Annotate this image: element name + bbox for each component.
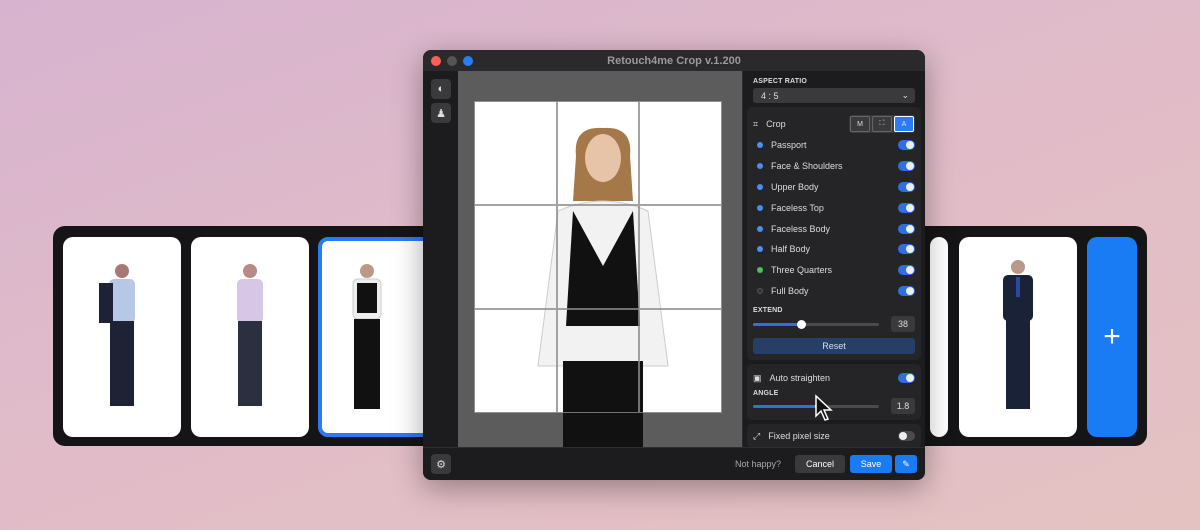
settings-panel: ASPECT RATIO 4 : 5 ⌄ ⌗ Crop M ⛶ A Passpor… xyxy=(742,71,925,449)
save-options-icon[interactable]: ✎ xyxy=(895,455,917,473)
preset-toggle[interactable] xyxy=(898,265,915,276)
preset-label: Half Body xyxy=(771,244,811,255)
angle-value[interactable]: 1.8 xyxy=(891,398,915,415)
crop-window: Retouch4me Crop v.1.200 ◐ ♟ ASPECT RATIO… xyxy=(423,50,925,480)
manual-mode-button[interactable]: M xyxy=(850,116,870,132)
contrast-icon[interactable]: ◐ xyxy=(431,79,451,99)
preset-color-dot xyxy=(757,246,763,253)
cancel-button[interactable]: Cancel xyxy=(795,455,845,473)
preset-row: Face & Shoulders xyxy=(753,156,915,177)
crop-mode-selector: M ⛶ A xyxy=(849,115,915,133)
preset-toggle[interactable] xyxy=(898,181,915,192)
close-button[interactable] xyxy=(431,56,441,66)
aspect-ratio-value: 4 : 5 xyxy=(761,90,779,101)
person-image xyxy=(237,264,263,406)
preset-toggle[interactable] xyxy=(898,285,915,296)
preset-label: Faceless Body xyxy=(771,223,831,234)
person-image xyxy=(99,264,135,406)
preset-toggle[interactable] xyxy=(898,161,915,172)
preset-label: Faceless Top xyxy=(771,202,824,213)
preset-color-dot xyxy=(757,225,763,232)
fixed-pixel-toggle[interactable] xyxy=(898,431,915,442)
preset-label: Three Quarters xyxy=(771,265,833,276)
extend-label: EXTEND xyxy=(753,307,783,315)
resize-icon: ⤢ xyxy=(753,430,761,441)
fixed-pixel-section: ⤢ Fixed pixel size xyxy=(747,424,921,449)
preview-canvas[interactable] xyxy=(458,71,742,447)
preset-color-dot xyxy=(757,163,763,170)
preset-row: Full Body xyxy=(753,281,915,302)
thumbnail-1[interactable] xyxy=(63,237,181,437)
crop-grid[interactable] xyxy=(474,101,722,413)
preset-color-dot xyxy=(757,204,763,211)
extend-slider[interactable] xyxy=(753,319,879,329)
crop-label: Crop xyxy=(766,119,786,129)
zoom-button[interactable] xyxy=(463,56,473,66)
add-photo-button[interactable]: + xyxy=(1087,237,1137,437)
save-button[interactable]: Save xyxy=(850,455,892,473)
reset-button[interactable]: Reset xyxy=(753,338,915,355)
preset-row: Passport xyxy=(753,135,915,156)
aspect-ratio-select[interactable]: 4 : 5 ⌄ xyxy=(753,88,915,103)
minimize-button[interactable] xyxy=(447,56,457,66)
thumbnail-4[interactable] xyxy=(930,237,948,437)
crop-section: ⌗ Crop M ⛶ A Passport Face & Shoulders Upp… xyxy=(747,107,921,361)
preset-label: Face & Shoulders xyxy=(771,161,843,172)
thumbnail-2[interactable] xyxy=(191,237,309,437)
extend-value[interactable]: 38 xyxy=(891,316,915,333)
auto-straighten-toggle[interactable] xyxy=(898,373,915,384)
fixed-pixel-label: Fixed pixel size xyxy=(768,431,830,442)
mouse-cursor-icon xyxy=(815,394,833,421)
preset-color-dot xyxy=(757,183,763,190)
preset-toggle[interactable] xyxy=(898,140,915,151)
preset-toggle[interactable] xyxy=(898,223,915,234)
preset-row: Faceless Top xyxy=(753,197,915,218)
preset-color-dot xyxy=(757,267,763,274)
person-image xyxy=(352,264,382,409)
preset-row: Upper Body xyxy=(753,177,915,198)
auto-straighten-icon: ▣ xyxy=(753,372,762,383)
auto-mode-button[interactable]: A xyxy=(894,116,914,132)
preset-row: Three Quarters xyxy=(753,260,915,281)
preset-row: Faceless Body xyxy=(753,218,915,239)
auto-straighten-label: Auto straighten xyxy=(769,373,831,384)
thumbnail-3-selected[interactable] xyxy=(318,237,436,437)
preset-color-dot xyxy=(757,287,763,294)
title-bar: Retouch4me Crop v.1.200 xyxy=(423,50,925,71)
preset-label: Passport xyxy=(771,140,807,151)
window-title: Retouch4me Crop v.1.200 xyxy=(607,54,741,67)
preset-toggle[interactable] xyxy=(898,202,915,213)
tool-column: ◐ ♟ xyxy=(423,71,458,447)
thumbnail-5[interactable] xyxy=(959,237,1077,437)
preset-toggle[interactable] xyxy=(898,244,915,255)
not-happy-text: Not happy? xyxy=(734,459,781,469)
settings-gear-icon[interactable]: ⚙ xyxy=(431,454,451,474)
preset-row: Half Body xyxy=(753,239,915,260)
crop-icon: ⌗ xyxy=(753,118,759,129)
preset-label: Full Body xyxy=(771,285,809,296)
face-mode-button[interactable]: ⛶ xyxy=(872,116,892,132)
person-image xyxy=(1003,260,1033,409)
chevron-down-icon: ⌄ xyxy=(901,90,909,100)
preset-color-dot xyxy=(757,142,763,149)
preset-label: Upper Body xyxy=(771,181,819,192)
aspect-ratio-label: ASPECT RATIO xyxy=(753,78,807,85)
bottom-bar: ⚙ Not happy? Cancel Save ✎ xyxy=(423,447,925,480)
person-icon[interactable]: ♟ xyxy=(431,103,451,123)
